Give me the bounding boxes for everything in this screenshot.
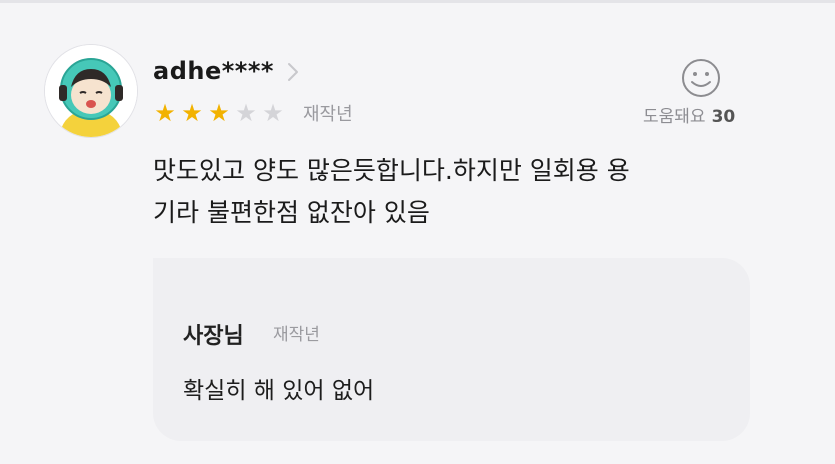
review-date: 재작년 bbox=[303, 104, 353, 125]
star-filled-icon: ★ bbox=[208, 99, 230, 127]
star-rating: ★ ★ ★ ★ ★ bbox=[153, 101, 285, 125]
helpful-label: 도움돼요 bbox=[643, 107, 706, 127]
helpful-count: 30 bbox=[711, 107, 736, 127]
star-empty-icon: ★ bbox=[235, 99, 257, 127]
avatar[interactable] bbox=[44, 44, 138, 138]
top-divider bbox=[0, 0, 835, 3]
review-body: 맛도있고 양도 많은듯합니다.하지만 일회용 용 기라 불편한점 없잔아 있음 bbox=[153, 150, 753, 234]
owner-reply: 사장님 재작년 확실히 해 있어 없어 bbox=[153, 258, 750, 441]
helpful-button[interactable]: 도움돼요 30 bbox=[643, 102, 735, 127]
star-filled-icon: ★ bbox=[154, 99, 176, 127]
smiley-icon[interactable] bbox=[680, 57, 722, 99]
star-filled-icon: ★ bbox=[181, 99, 203, 127]
reply-author: 사장님 bbox=[183, 324, 244, 349]
review-text-line: 맛도있고 양도 많은듯합니다.하지만 일회용 용 bbox=[153, 156, 630, 185]
reviewer-username[interactable]: adhe**** bbox=[153, 57, 274, 85]
review-text-line: 기라 불편한점 없잔아 있음 bbox=[153, 198, 430, 227]
avatar-illustration-icon bbox=[45, 45, 137, 137]
reply-date: 재작년 bbox=[273, 325, 320, 345]
star-empty-icon: ★ bbox=[262, 99, 284, 127]
reply-text: 확실히 해 있어 없어 bbox=[183, 378, 375, 404]
chevron-right-icon[interactable] bbox=[287, 62, 299, 82]
